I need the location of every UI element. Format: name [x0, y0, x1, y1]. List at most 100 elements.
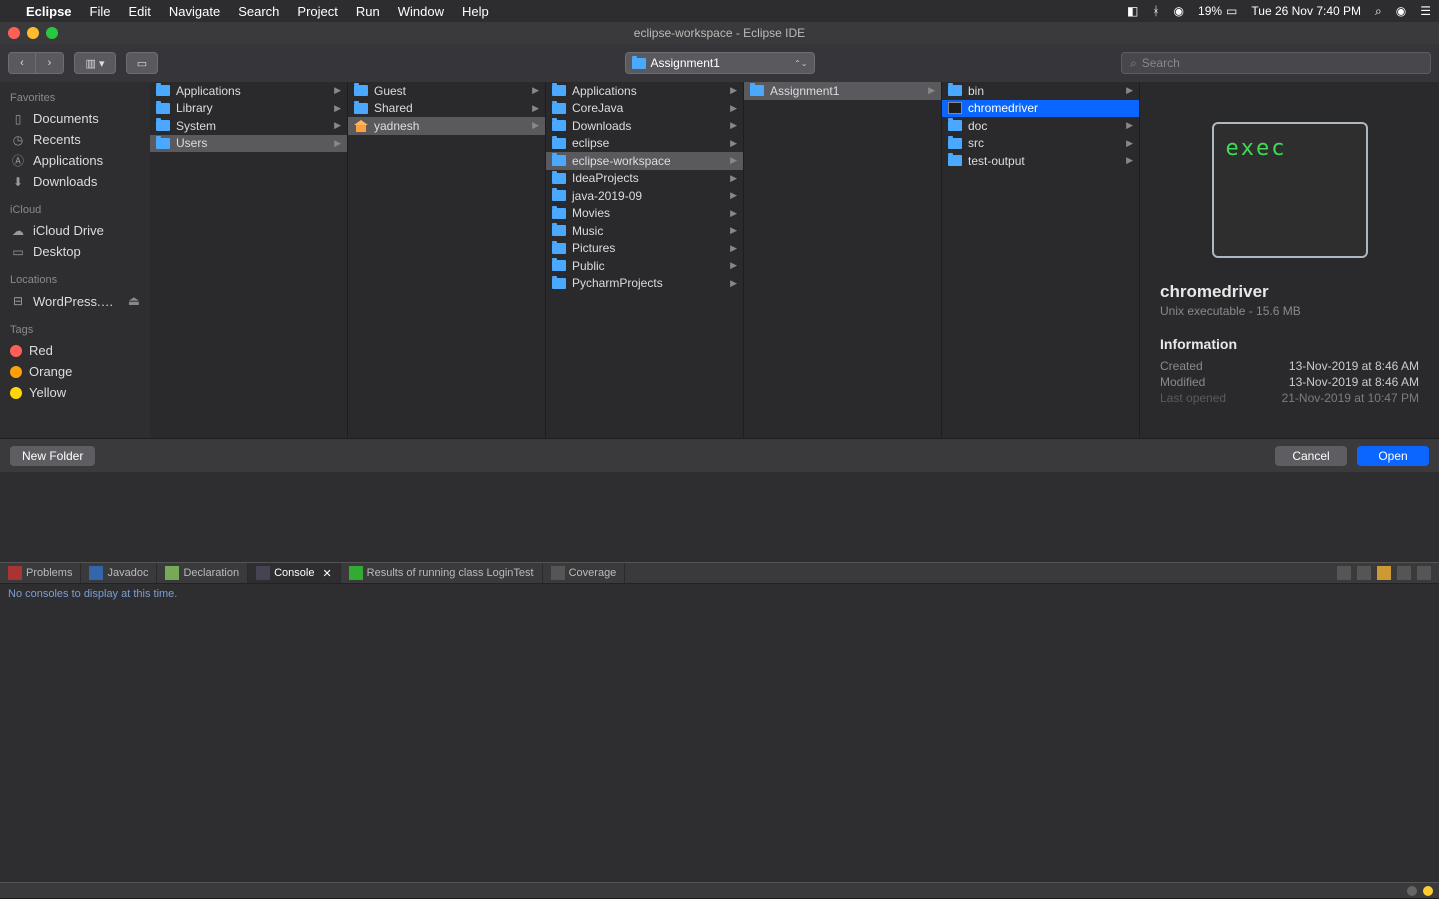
file-label: Shared [374, 101, 413, 115]
sidebar-head-locations: Locations [0, 270, 150, 290]
file-row[interactable]: Shared▶ [348, 100, 545, 118]
folder-icon [354, 85, 368, 96]
menu-help[interactable]: Help [462, 4, 489, 19]
junit-icon [349, 566, 363, 580]
close-window-icon[interactable] [8, 27, 20, 39]
status-dot-yellow [1423, 886, 1433, 896]
file-row[interactable]: doc▶ [942, 117, 1139, 135]
sidebar-item-downloads[interactable]: ⬇Downloads [0, 171, 150, 192]
maximize-view-icon[interactable] [1417, 566, 1431, 580]
chevron-right-icon: ▶ [334, 120, 341, 131]
nav-forward-button[interactable]: › [36, 52, 64, 74]
sidebar-tag-orange[interactable]: Orange [0, 361, 150, 382]
chevron-right-icon: ▶ [928, 85, 935, 96]
file-row[interactable]: eclipse▶ [546, 135, 743, 153]
view-mode-button[interactable]: ▥ ▾ [74, 52, 116, 74]
sidebar-item-wordpress[interactable]: ⊟WordPress.…⏏ [0, 290, 150, 312]
file-row[interactable]: CoreJava▶ [546, 100, 743, 118]
file-row[interactable]: Movies▶ [546, 205, 743, 223]
cancel-button[interactable]: Cancel [1275, 446, 1347, 466]
file-row[interactable]: Library▶ [150, 100, 347, 118]
folder-icon [948, 120, 962, 131]
file-row[interactable]: Applications▶ [150, 82, 347, 100]
folder-icon [552, 85, 566, 96]
file-label: yadnesh [374, 119, 419, 133]
home-icon [354, 120, 368, 132]
file-row[interactable]: Guest▶ [348, 82, 545, 100]
open-button[interactable]: Open [1357, 446, 1429, 466]
menu-file[interactable]: File [90, 4, 111, 19]
tab-results[interactable]: Results of running class LoginTest [341, 563, 543, 583]
sidebar-item-desktop[interactable]: ▭Desktop [0, 241, 150, 262]
file-row[interactable]: Users▶ [150, 135, 347, 153]
new-folder-button[interactable]: New Folder [10, 446, 95, 466]
menu-edit[interactable]: Edit [128, 4, 150, 19]
folder-icon [948, 85, 962, 96]
dialog-bottom-bar: New Folder Cancel Open [0, 438, 1439, 472]
sidebar-item-icloud[interactable]: ☁iCloud Drive [0, 220, 150, 241]
sidebar-item-applications[interactable]: ⒶApplications [0, 150, 150, 171]
folder-icon [156, 103, 170, 114]
display-console-icon[interactable] [1357, 566, 1371, 580]
file-row[interactable]: System▶ [150, 117, 347, 135]
zoom-window-icon[interactable] [46, 27, 58, 39]
eject-icon[interactable]: ⏏ [128, 293, 140, 309]
menu-project[interactable]: Project [297, 4, 337, 19]
tab-declaration[interactable]: Declaration [157, 563, 248, 583]
search-input[interactable]: ⌕ Search [1121, 52, 1431, 74]
file-label: bin [968, 84, 984, 98]
menu-run[interactable]: Run [356, 4, 380, 19]
sidebar-tag-yellow[interactable]: Yellow [0, 382, 150, 403]
tab-problems[interactable]: Problems [0, 563, 81, 583]
file-row[interactable]: java-2019-09▶ [546, 187, 743, 205]
bluetooth-icon[interactable]: ᚼ [1152, 4, 1159, 18]
file-row[interactable]: chromedriver [942, 100, 1139, 118]
file-row[interactable]: src▶ [942, 135, 1139, 153]
sidebar-tag-red[interactable]: Red [0, 340, 150, 361]
file-row[interactable]: IdeaProjects▶ [546, 170, 743, 188]
console-body [0, 602, 1439, 882]
open-console-icon[interactable] [1377, 566, 1391, 580]
eclipse-panel-tabs: Problems Javadoc Declaration Console ✕ R… [0, 562, 1439, 584]
datetime[interactable]: Tue 26 Nov 7:40 PM [1251, 4, 1361, 18]
file-row[interactable]: PycharmProjects▶ [546, 275, 743, 293]
sidebar-item-recents[interactable]: ◷Recents [0, 129, 150, 150]
nav-back-button[interactable]: ‹ [8, 52, 36, 74]
minimize-window-icon[interactable] [27, 27, 39, 39]
tab-console[interactable]: Console ✕ [248, 563, 341, 583]
file-row[interactable]: yadnesh▶ [348, 117, 545, 135]
close-tab-icon[interactable]: ✕ [322, 567, 331, 580]
pin-console-icon[interactable] [1337, 566, 1351, 580]
menu-window[interactable]: Window [398, 4, 444, 19]
menu-app[interactable]: Eclipse [26, 4, 72, 19]
file-row[interactable]: Pictures▶ [546, 240, 743, 258]
notification-icon[interactable]: ☰ [1420, 4, 1431, 18]
sidebar-item-documents[interactable]: ▯Documents [0, 108, 150, 129]
file-row[interactable]: eclipse-workspace▶ [546, 152, 743, 170]
minimize-view-icon[interactable] [1397, 566, 1411, 580]
eclipse-editor-area [0, 472, 1439, 562]
file-row[interactable]: test-output▶ [942, 152, 1139, 170]
file-row[interactable]: Assignment1▶ [744, 82, 941, 100]
group-button[interactable]: ▭ [126, 52, 158, 74]
bookmark-icon[interactable]: ◧ [1127, 4, 1138, 18]
tab-javadoc[interactable]: Javadoc [81, 563, 157, 583]
chevron-right-icon: ▶ [1126, 85, 1133, 96]
spotlight-icon[interactable]: ⌕ [1375, 4, 1382, 19]
menu-search[interactable]: Search [238, 4, 279, 19]
file-label: Pictures [572, 241, 615, 255]
file-row[interactable]: Applications▶ [546, 82, 743, 100]
document-icon: ▯ [10, 112, 26, 126]
folder-icon [632, 58, 646, 69]
file-row[interactable]: bin ▶ [942, 82, 1139, 100]
path-dropdown[interactable]: Assignment1 ⌃⌄ [625, 52, 815, 74]
file-row[interactable]: Public▶ [546, 257, 743, 275]
search-placeholder: Search [1142, 56, 1180, 70]
siri-icon[interactable]: ◉ [1396, 4, 1406, 18]
menu-navigate[interactable]: Navigate [169, 4, 220, 19]
file-row[interactable]: Downloads▶ [546, 117, 743, 135]
file-row[interactable]: Music▶ [546, 222, 743, 240]
folder-icon [750, 85, 764, 96]
tab-coverage[interactable]: Coverage [543, 563, 626, 583]
wifi-icon[interactable]: ◉ [1174, 4, 1184, 18]
